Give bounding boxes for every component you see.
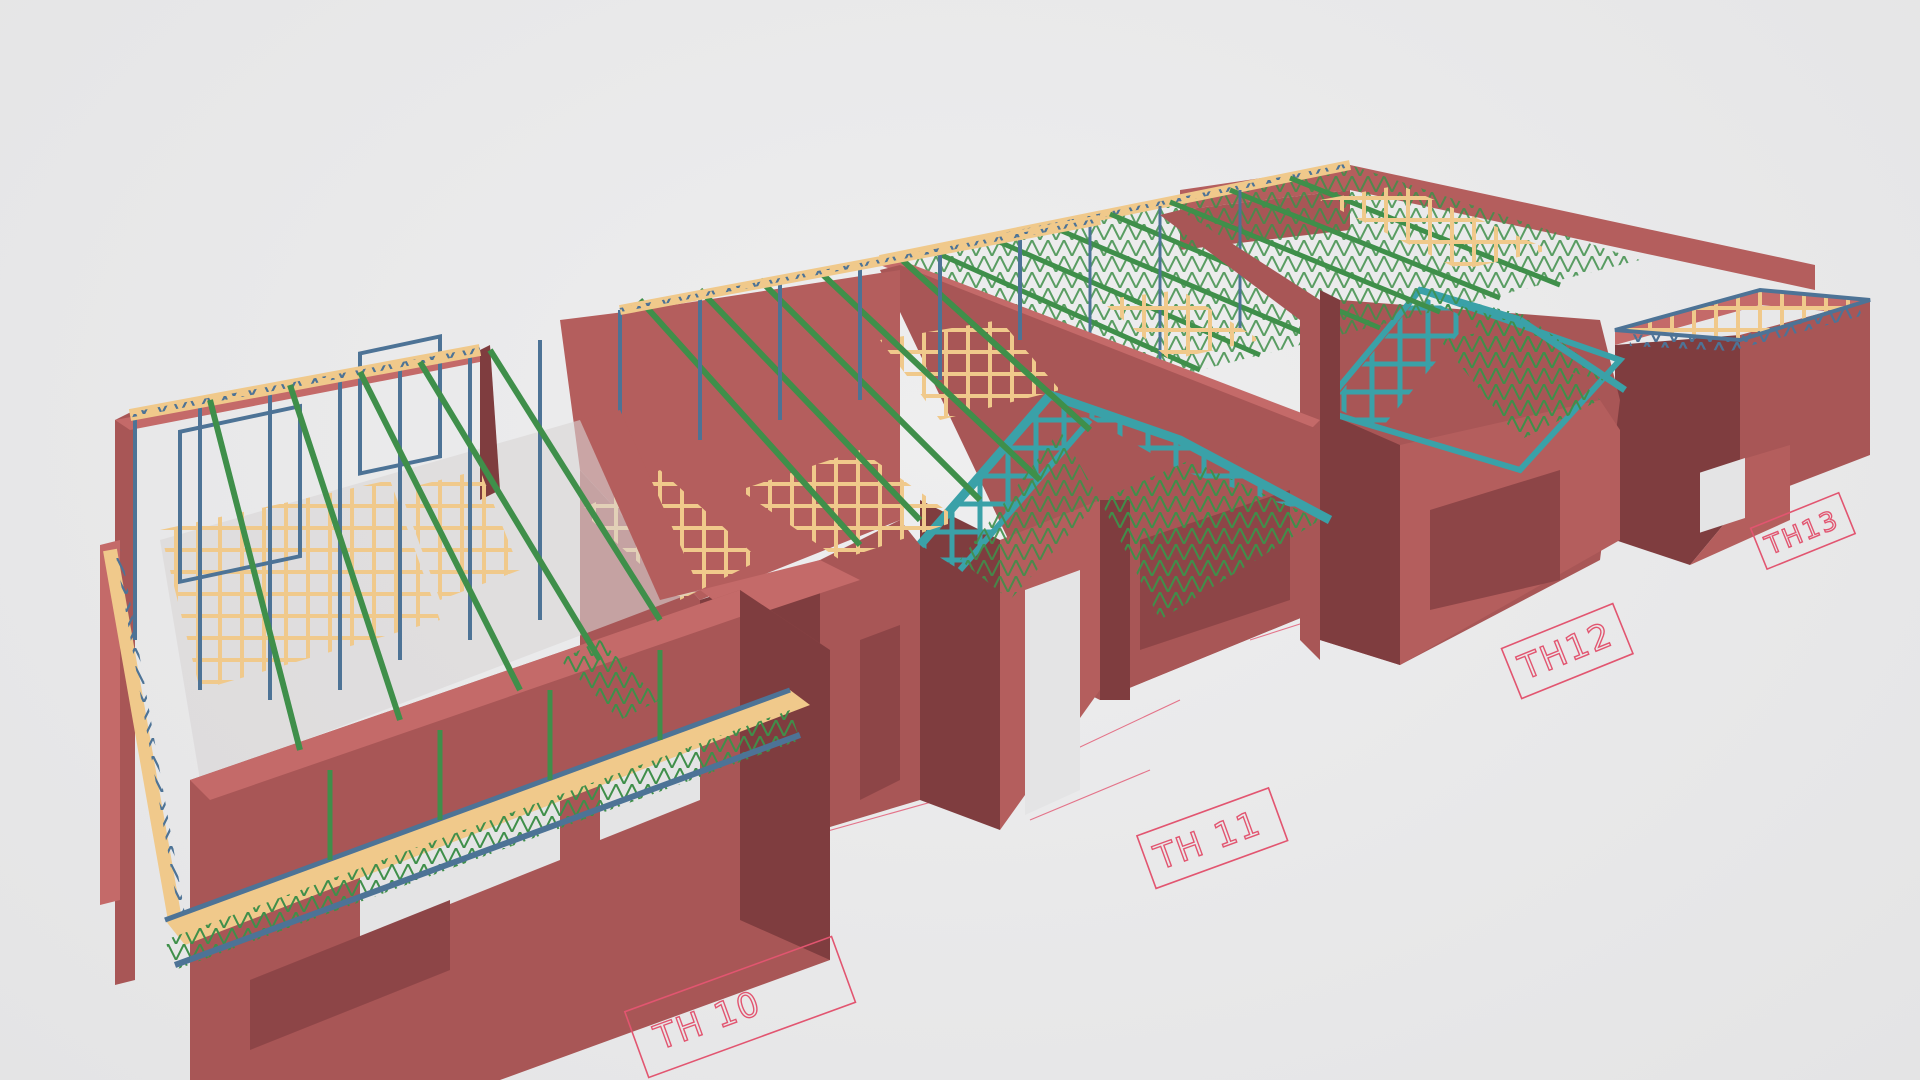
unit-th12-block bbox=[1314, 286, 1627, 665]
unit-label-th12: TH12 bbox=[1500, 602, 1635, 700]
svg-text:TH 11: TH 11 bbox=[1148, 803, 1266, 879]
3d-viewport[interactable]: TH 10 TH 11 TH12 TH13 bbox=[0, 0, 1920, 1080]
svg-text:TH12: TH12 bbox=[1512, 615, 1618, 689]
unit-label-th11: TH 11 bbox=[1135, 786, 1289, 890]
building-model[interactable]: TH 10 TH 11 TH12 TH13 bbox=[0, 0, 1920, 1080]
